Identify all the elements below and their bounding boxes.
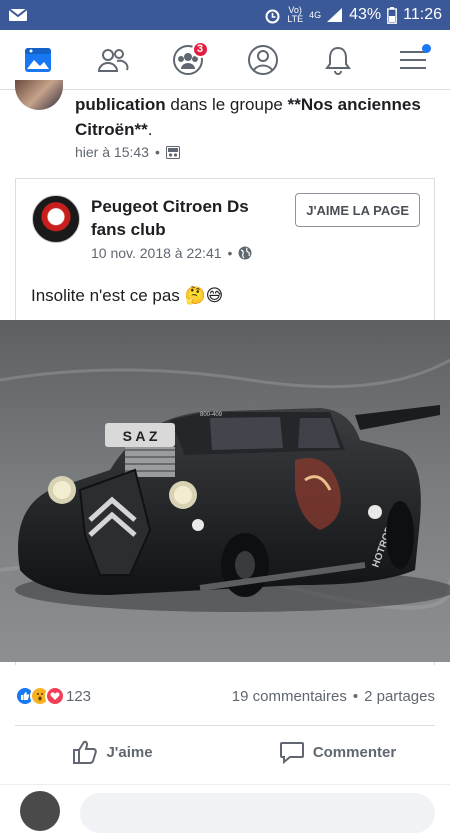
shared-meta-separator: • bbox=[227, 245, 233, 261]
like-button[interactable]: J'aime bbox=[0, 726, 225, 778]
groups-notification-badge: 3 bbox=[191, 40, 209, 58]
alarm-icon bbox=[265, 9, 280, 23]
post-photo[interactable]: S A Z 800-409 HOTROD bbox=[0, 320, 450, 662]
lte-label: LTE bbox=[287, 14, 304, 24]
page-name[interactable]: Peugeot Citroen Ds fans club bbox=[91, 195, 281, 241]
friends-icon bbox=[97, 48, 128, 72]
next-post-peek bbox=[0, 784, 450, 833]
hotrod-car-photo: S A Z 800-409 HOTROD bbox=[0, 320, 450, 662]
post-actions: J'aime Commenter bbox=[0, 726, 450, 778]
author-avatar[interactable] bbox=[15, 80, 63, 110]
comment-button[interactable]: Commenter bbox=[225, 726, 450, 778]
post-meta: hier à 15:43 • bbox=[75, 144, 180, 160]
comment-label: Commenter bbox=[312, 743, 397, 761]
nav-news-feed[interactable] bbox=[13, 35, 63, 85]
nav-groups[interactable]: 3 bbox=[163, 35, 213, 85]
hood-plate-text: 800-409 bbox=[200, 412, 223, 418]
comments-count[interactable]: 19 commentaires bbox=[232, 688, 347, 705]
post-timestamp[interactable]: hier à 15:43 bbox=[75, 144, 149, 160]
news-feed-icon bbox=[24, 47, 51, 72]
globe-icon bbox=[238, 246, 252, 260]
nav-menu[interactable] bbox=[388, 35, 438, 85]
group-post-header: publication dans le groupe **Nos ancienn… bbox=[0, 80, 450, 170]
like-page-button[interactable]: J'AIME LA PAGE bbox=[295, 193, 420, 227]
battery-percent: 43% bbox=[349, 6, 382, 23]
next-post-box[interactable] bbox=[80, 793, 435, 833]
group-privacy-icon bbox=[165, 145, 180, 159]
reaction-icons bbox=[15, 686, 65, 706]
next-post-avatar[interactable] bbox=[20, 791, 60, 831]
top-nav-bar: 3 bbox=[0, 30, 450, 90]
battery-icon bbox=[387, 6, 398, 24]
comment-icon bbox=[279, 742, 304, 765]
network-type: 4G bbox=[309, 9, 322, 20]
post-caption: Insolite n'est ce pas 🤔😅 bbox=[31, 286, 224, 305]
signal-icon bbox=[327, 8, 343, 22]
nav-friends[interactable] bbox=[88, 35, 138, 85]
engagement-stats: 19 commentaires • 2 partages bbox=[232, 688, 435, 705]
shared-post-meta: 10 nov. 2018 à 22:41 • bbox=[91, 245, 252, 261]
post-header-text: publication dans le groupe **Nos ancienn… bbox=[75, 92, 435, 142]
publication-link[interactable]: publication bbox=[75, 95, 166, 114]
email-notification-icon bbox=[8, 8, 28, 21]
status-bar: Vo) LTE 4G 43% 11:26 bbox=[0, 0, 450, 30]
volte-indicator: Vo) LTE bbox=[287, 6, 303, 24]
stats-separator: • bbox=[352, 687, 359, 705]
nav-notifications[interactable] bbox=[313, 35, 363, 85]
clock: 11:26 bbox=[403, 6, 442, 23]
blower-scoop-text: S A Z bbox=[123, 428, 158, 444]
meta-separator: • bbox=[154, 144, 160, 160]
header-connector-text: dans le groupe bbox=[165, 95, 288, 114]
menu-notification-dot bbox=[421, 43, 431, 53]
bell-icon bbox=[324, 46, 351, 75]
reaction-count[interactable]: 123 bbox=[66, 688, 91, 705]
love-reaction-icon bbox=[45, 686, 65, 706]
thumbs-up-icon bbox=[73, 740, 98, 764]
reactions-bar[interactable]: 123 19 commentaires • 2 partages bbox=[0, 676, 450, 716]
page-avatar[interactable] bbox=[32, 195, 80, 243]
shared-post-date[interactable]: 10 nov. 2018 à 22:41 bbox=[91, 245, 222, 261]
shares-count[interactable]: 2 partages bbox=[364, 688, 435, 705]
like-label: J'aime bbox=[106, 743, 153, 761]
header-period: . bbox=[147, 120, 153, 139]
profile-icon bbox=[247, 44, 278, 75]
nav-profile[interactable] bbox=[238, 35, 288, 85]
